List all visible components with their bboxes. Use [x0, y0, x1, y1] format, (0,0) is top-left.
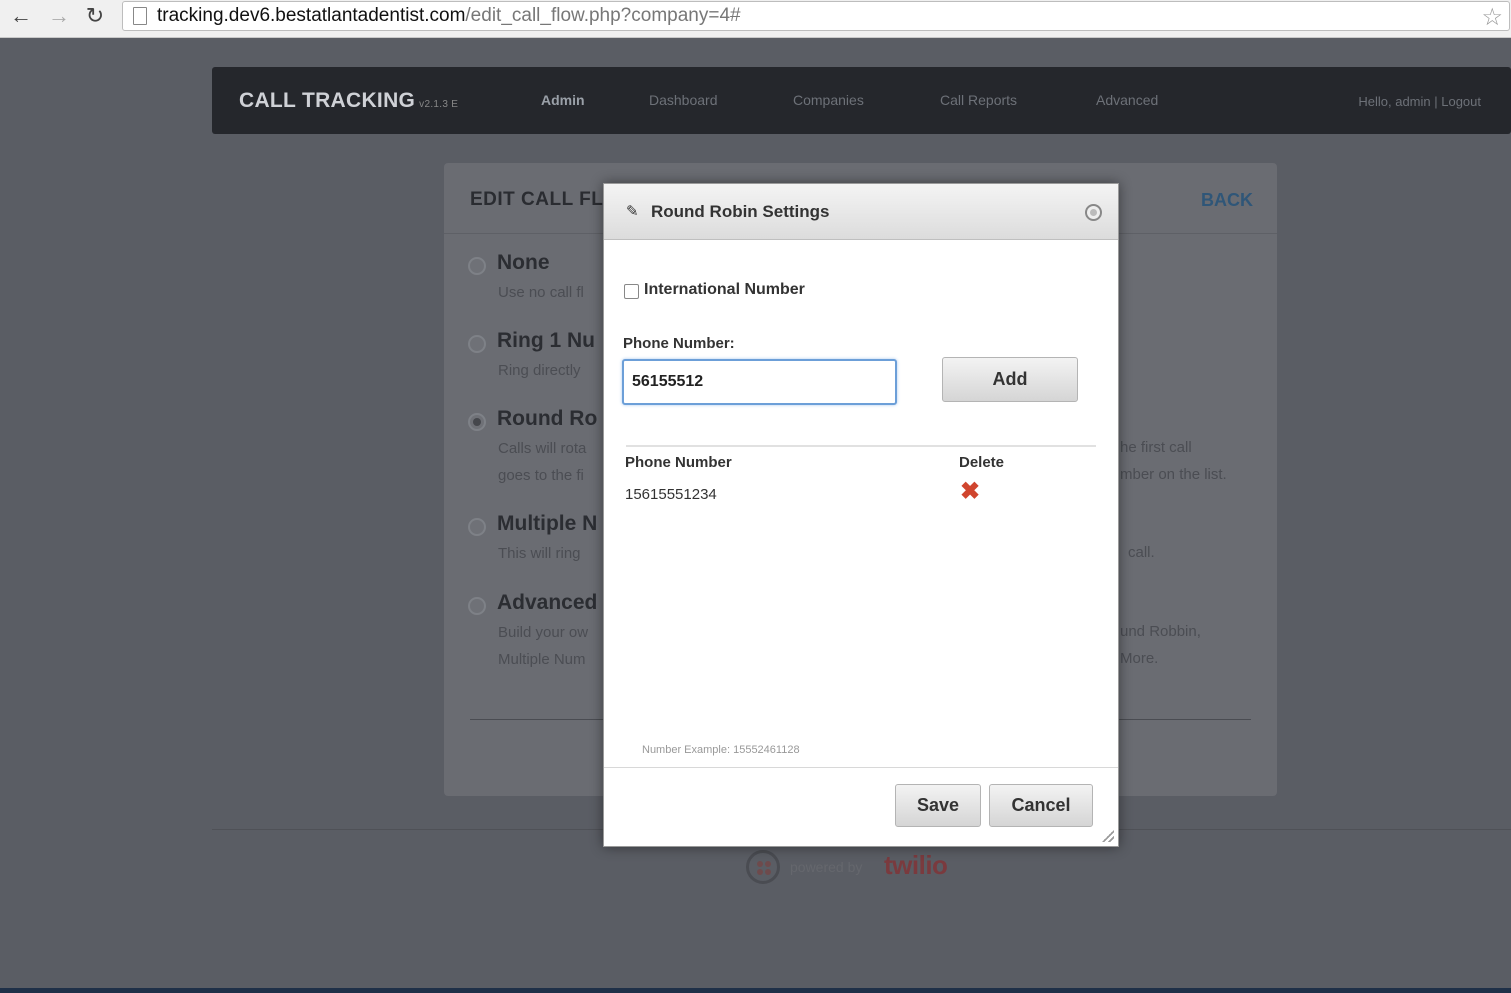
nav-admin[interactable]: Admin: [541, 92, 585, 108]
forward-arrow-icon[interactable]: →: [44, 3, 74, 29]
nav-advanced[interactable]: Advanced: [1096, 92, 1158, 108]
user-links[interactable]: Hello, admin | Logout: [1358, 94, 1481, 109]
page-icon: [133, 7, 147, 25]
table-row-phone: 15615551234: [625, 486, 717, 503]
radio-advanced[interactable]: [468, 597, 486, 615]
international-number-checkbox[interactable]: [624, 284, 639, 299]
save-button[interactable]: Save: [895, 784, 981, 827]
option-desc-fragment: More.: [1120, 650, 1159, 667]
column-header-phone: Phone Number: [625, 454, 732, 471]
powered-by-text: powered by: [790, 859, 863, 875]
option-title: Advanced: [497, 591, 598, 614]
radio-multiple[interactable]: [468, 518, 486, 536]
cancel-button[interactable]: Cancel: [989, 784, 1093, 827]
pencil-icon: ✎: [626, 203, 639, 220]
twilio-wordmark: twilio: [884, 850, 948, 880]
app-navbar: CALL TRACKING v2.1.3 E Admin Dashboard Co…: [212, 67, 1511, 134]
back-link[interactable]: BACK: [1201, 190, 1253, 211]
radio-ring-one[interactable]: [468, 335, 486, 353]
option-title: Multiple N: [497, 512, 598, 535]
nav-companies[interactable]: Companies: [793, 92, 864, 108]
option-desc-fragment: mber on the list.: [1120, 466, 1227, 483]
resize-grip-icon[interactable]: [1102, 830, 1114, 842]
option-desc-fragment: call.: [1128, 544, 1155, 561]
option-desc: Use no call fl: [498, 284, 584, 301]
bookmark-star-icon[interactable]: ☆: [1481, 3, 1503, 32]
option-title: Round Ro: [497, 407, 598, 430]
option-desc: Build your ow: [498, 624, 589, 641]
dialog-header[interactable]: ✎ Round Robin Settings: [604, 184, 1118, 240]
international-number-label[interactable]: International Number: [644, 281, 805, 299]
nav-call-reports[interactable]: Call Reports: [940, 92, 1017, 108]
radio-round-robin[interactable]: [468, 413, 486, 431]
add-button[interactable]: Add: [942, 357, 1078, 402]
page-title: EDIT CALL FL: [470, 189, 604, 210]
delete-icon[interactable]: ✖: [960, 480, 980, 504]
phone-number-label: Phone Number:: [623, 335, 735, 352]
option-title: None: [497, 251, 550, 274]
brand-logo[interactable]: CALL TRACKING v2.1.3 E: [239, 89, 458, 113]
phone-number-input[interactable]: [622, 359, 897, 405]
bottom-strip: [0, 988, 1511, 993]
option-desc: goes to the fi: [498, 467, 584, 484]
option-desc: Calls will rota: [498, 440, 587, 457]
column-header-delete: Delete: [959, 454, 1005, 471]
option-desc: Multiple Num: [498, 651, 586, 668]
option-desc: Ring directly: [498, 362, 581, 379]
option-desc: This will ring: [498, 545, 581, 562]
option-desc-fragment: und Robbin,: [1120, 623, 1201, 640]
back-arrow-icon[interactable]: ←: [6, 3, 36, 29]
version-label: v2.1.3 E: [419, 99, 459, 110]
nav-dashboard[interactable]: Dashboard: [649, 92, 718, 108]
dialog-footer-divider: [604, 767, 1118, 768]
dialog-title: Round Robin Settings: [651, 202, 830, 221]
reload-icon[interactable]: ↻: [80, 3, 110, 29]
twilio-logo-icon: [746, 850, 780, 884]
round-robin-settings-dialog: ✎ Round Robin Settings International Num…: [603, 183, 1119, 847]
address-bar[interactable]: tracking.dev6.bestatlantadentist.com/edi…: [122, 1, 1510, 31]
close-icon[interactable]: [1085, 204, 1102, 221]
browser-toolbar: ← → ↻ tracking.dev6.bestatlantadentist.c…: [0, 0, 1511, 38]
number-example-hint: Number Example: 15552461128: [642, 744, 800, 756]
list-divider: [626, 445, 1096, 447]
url-text: tracking.dev6.bestatlantadentist.com/edi…: [157, 5, 741, 26]
option-title: Ring 1 Nu: [497, 329, 595, 352]
option-desc-fragment: he first call: [1120, 439, 1192, 456]
radio-none[interactable]: [468, 257, 486, 275]
